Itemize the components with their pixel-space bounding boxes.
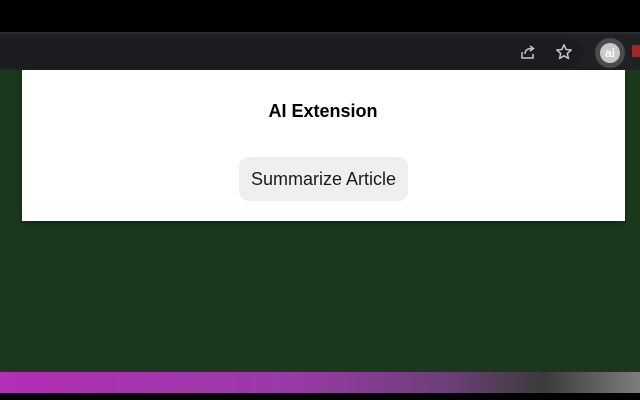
ai-extension-badge: ai xyxy=(600,43,620,63)
summarize-article-button[interactable]: Summarize Article xyxy=(239,157,408,201)
window-bottom-bar xyxy=(0,393,640,400)
address-bar[interactable] xyxy=(0,38,584,68)
star-icon-graphic xyxy=(556,44,572,60)
taskbar-strip xyxy=(0,372,640,393)
share-icon[interactable] xyxy=(518,42,538,62)
popup-title: AI Extension xyxy=(268,101,378,121)
partial-extension-icon[interactable] xyxy=(632,45,640,57)
bookmark-star-icon[interactable] xyxy=(554,42,574,62)
ai-extension-icon[interactable]: ai xyxy=(595,38,625,68)
window-top-bar xyxy=(0,0,640,32)
browser-toolbar: ai xyxy=(0,32,640,70)
share-icon-graphic xyxy=(521,45,535,59)
